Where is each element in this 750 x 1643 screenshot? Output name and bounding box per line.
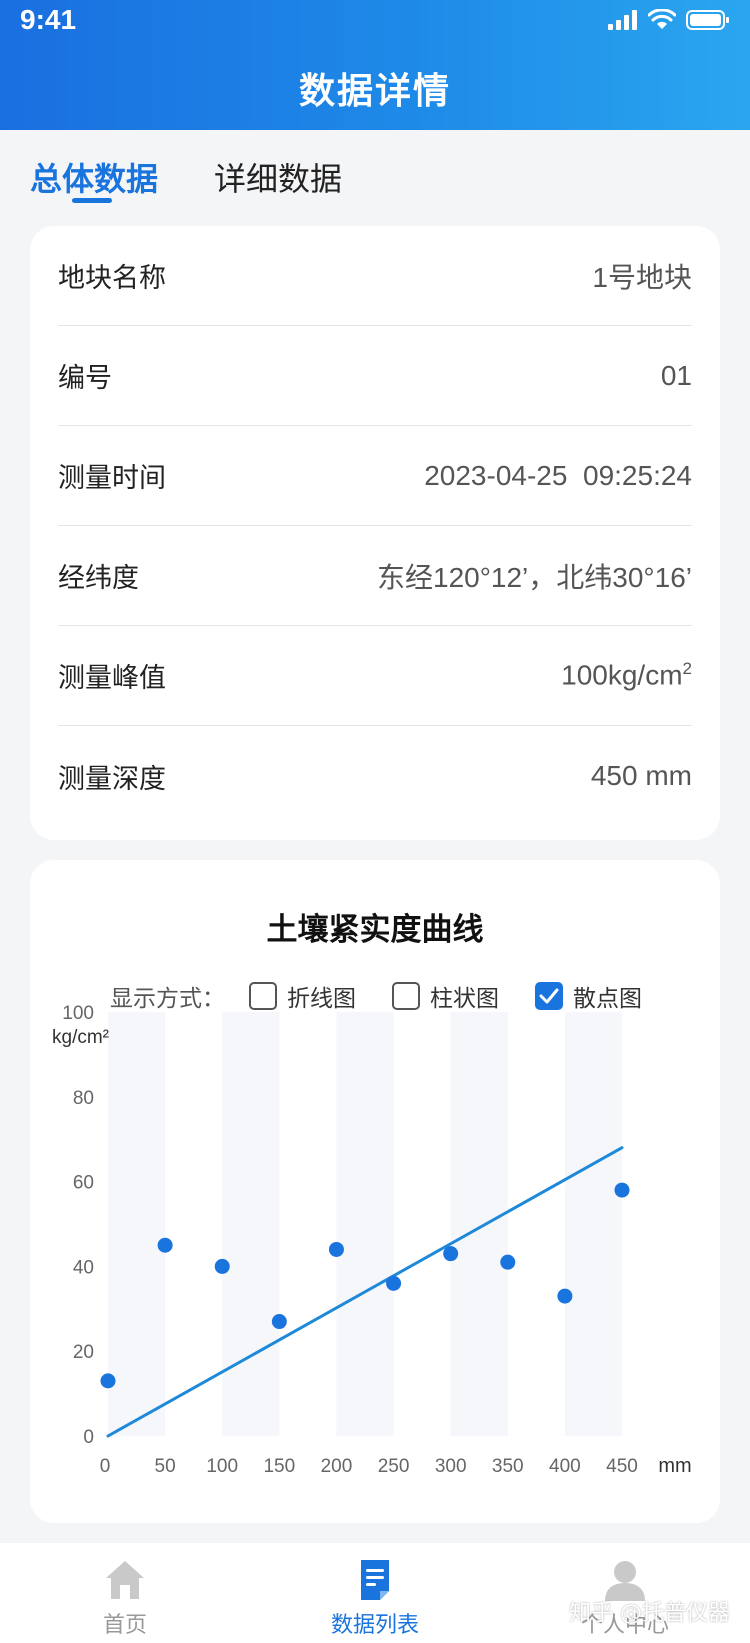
checkbox-line-chart[interactable] [249, 982, 277, 1010]
scatter-point [386, 1275, 402, 1291]
chart-band [336, 1012, 394, 1436]
nav-label: 数据列表 [330, 1613, 419, 1638]
option-scatter-chart[interactable]: 散点图 [535, 979, 642, 1013]
info-row-depth: 测量深度 450 mm [58, 726, 692, 826]
x-tick-label: 400 [549, 1456, 581, 1477]
x-tick-label: 150 [263, 1456, 295, 1477]
x-tick-label: 100 [206, 1456, 238, 1477]
info-value: 100kg/cm2 [561, 659, 692, 691]
bottom-navigation: 首页 数据列表 个人中心 [0, 1543, 750, 1643]
chart-title: 土壤紧实度曲线 [266, 912, 484, 948]
y-tick-label: 80 [73, 1088, 94, 1109]
info-value: 01 [660, 359, 692, 391]
watermark: 知乎 @托普仪器 [569, 1601, 730, 1626]
y-tick-label: 40 [73, 1257, 94, 1278]
check-icon [539, 988, 559, 1004]
info-label: 测量峰值 [58, 663, 166, 694]
chart-card: 0 20 40 60 80 100 0 50 100 150 200 250 300 350 400 450 k… [30, 860, 720, 1523]
y-axis-unit: kg/cm² [52, 1027, 109, 1048]
info-row-coordinates: 经纬度 东经120°12’，北纬30°16’ [58, 526, 692, 626]
info-card: 地块名称 1号地块 编号 01 测量时间 2023-04-25 09:25:24… [30, 226, 720, 840]
scatter-point [271, 1314, 287, 1330]
info-value: 1号地块 [592, 261, 692, 293]
chart-band [450, 1012, 508, 1436]
checkbox-bar-chart[interactable] [392, 982, 420, 1010]
checkbox-scatter-chart[interactable] [535, 982, 563, 1010]
tab-detail-data[interactable]: 详细数据 [214, 154, 342, 200]
y-tick-label: 60 [73, 1173, 94, 1194]
document-list-icon [361, 1560, 389, 1600]
x-tick-label: 450 [606, 1456, 638, 1477]
status-icons [608, 8, 730, 32]
x-tick-label: 50 [155, 1456, 176, 1477]
nav-label: 首页 [102, 1613, 147, 1638]
battery-icon [686, 10, 729, 30]
tab-bar: 总体数据 详细数据 [0, 130, 750, 226]
info-row-measure-time: 测量时间 2023-04-25 09:25:24 [58, 426, 692, 526]
chart-band [564, 1012, 622, 1436]
x-tick-label: 200 [321, 1456, 353, 1477]
info-row-number: 编号 01 [58, 326, 692, 426]
x-axis-unit: mm [658, 1455, 691, 1477]
x-tick-label: 250 [378, 1456, 410, 1477]
y-tick-label: 20 [73, 1342, 94, 1363]
display-mode-label: 显示方式： [110, 986, 225, 1012]
info-value: 东经120°12’，北纬30°16’ [377, 561, 692, 593]
home-icon [106, 1561, 144, 1599]
info-value: 450 mm [590, 760, 692, 791]
display-mode-selector: 显示方式： 折线图 柱状图 散点图 [110, 978, 642, 1014]
tab-overall-data[interactable]: 总体数据 [30, 154, 158, 200]
option-line-chart[interactable]: 折线图 [249, 979, 356, 1013]
scatter-point [443, 1246, 459, 1262]
x-tick-label: 350 [492, 1456, 524, 1477]
page-title: 数据详情 [298, 71, 451, 112]
scatter-point [328, 1241, 344, 1257]
scatter-point [100, 1373, 116, 1389]
nav-item-home[interactable]: 首页 [0, 1543, 250, 1643]
active-tab-indicator [72, 198, 112, 203]
info-row-plot-name: 地块名称 1号地块 [58, 226, 692, 326]
scatter-point [500, 1254, 516, 1270]
option-label: 折线图 [287, 986, 356, 1012]
info-label: 测量时间 [58, 463, 166, 494]
info-label: 测量深度 [58, 763, 166, 795]
info-row-peak: 测量峰值 100kg/cm2 [58, 626, 692, 726]
wifi-icon [648, 9, 676, 29]
peak-value-text: 100kg/cm [561, 659, 683, 691]
chart-band [222, 1012, 280, 1436]
signal-icon [608, 10, 637, 30]
peak-unit-superscript: 2 [682, 659, 692, 679]
y-tick-label: 0 [83, 1427, 94, 1448]
nav-item-data-list[interactable]: 数据列表 [250, 1543, 500, 1643]
app-header: 9:41 数据详情 [0, 0, 750, 130]
info-label: 地块名称 [58, 263, 166, 294]
status-time: 9:41 [20, 4, 77, 35]
info-value: 2023-04-25 09:25:24 [424, 459, 692, 491]
nav-item-profile[interactable]: 个人中心 [500, 1543, 750, 1643]
scatter-point [157, 1237, 173, 1253]
info-label: 经纬度 [58, 563, 139, 594]
chart-band [108, 1012, 166, 1436]
scatter-point [557, 1288, 573, 1304]
info-label: 编号 [58, 363, 112, 394]
scatter-point [214, 1258, 230, 1274]
option-bar-chart[interactable]: 柱状图 [392, 979, 499, 1013]
y-tick-label: 100 [62, 1003, 94, 1024]
scatter-point [614, 1182, 630, 1198]
compaction-chart: 0 20 40 60 80 100 0 50 100 150 200 250 300 350 400 450 k… [52, 1003, 692, 1477]
option-label: 柱状图 [430, 986, 499, 1012]
x-tick-label: 300 [435, 1456, 467, 1477]
x-tick-label: 0 [100, 1456, 111, 1477]
option-label: 散点图 [573, 986, 642, 1012]
